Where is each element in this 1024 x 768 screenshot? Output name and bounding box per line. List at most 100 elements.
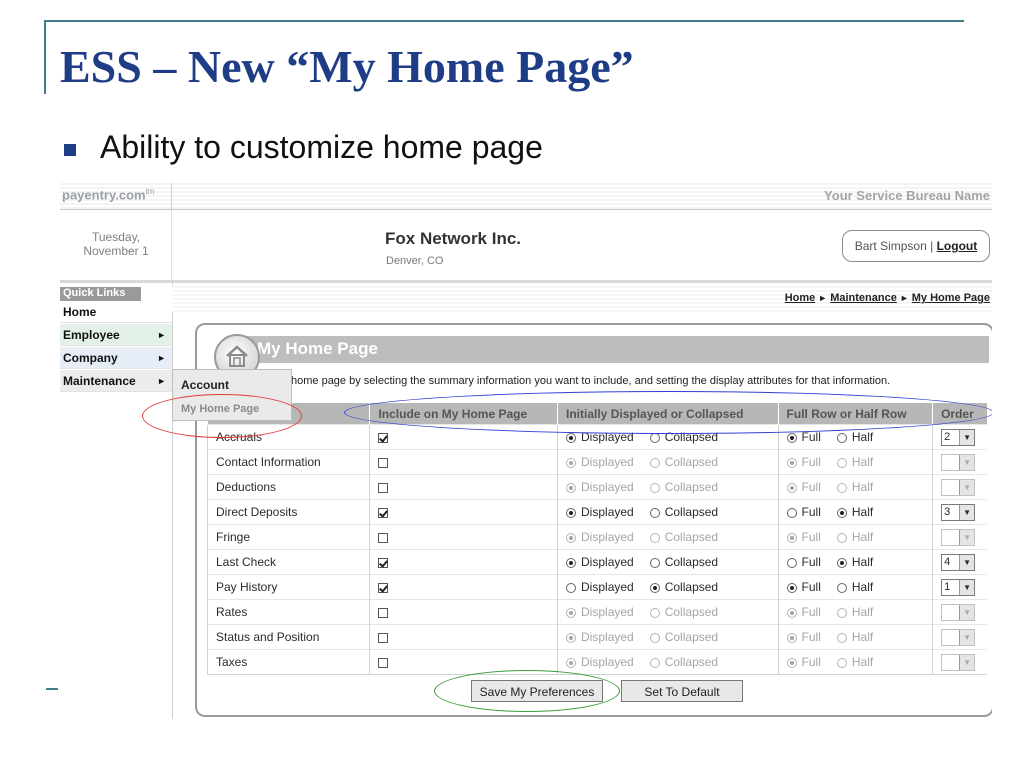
display-option-collapsed[interactable]: Collapsed	[649, 555, 718, 569]
include-checkbox[interactable]	[378, 457, 389, 468]
row-width-option-half[interactable]: Half	[836, 455, 873, 469]
radio-button[interactable]	[566, 557, 577, 568]
sidebar-item-company[interactable]: Company ►	[60, 347, 172, 369]
row-width-option-full[interactable]: Full	[786, 580, 821, 594]
radio-button[interactable]	[649, 632, 660, 643]
order-select[interactable]: ▼	[941, 628, 976, 646]
display-option-collapsed[interactable]: Collapsed	[649, 655, 718, 669]
radio-button[interactable]	[649, 532, 660, 543]
row-width-option-half[interactable]: Half	[836, 480, 873, 494]
row-width-option-full[interactable]: Full	[786, 605, 821, 619]
radio-button[interactable]	[786, 657, 797, 668]
order-select[interactable]: ▼	[941, 603, 976, 621]
row-width-option-full[interactable]: Full	[786, 530, 821, 544]
row-width-option-full[interactable]: Full	[786, 480, 821, 494]
include-checkbox[interactable]	[378, 507, 389, 518]
display-option-displayed[interactable]: Displayed	[566, 555, 634, 569]
radio-button[interactable]	[649, 482, 660, 493]
radio-button[interactable]	[786, 482, 797, 493]
radio-button[interactable]	[836, 482, 847, 493]
radio-button[interactable]	[836, 532, 847, 543]
submenu-item-account[interactable]: Account	[181, 378, 229, 392]
radio-button[interactable]	[786, 582, 797, 593]
sidebar-item-home[interactable]: Home	[60, 301, 172, 323]
include-checkbox[interactable]	[378, 532, 389, 543]
display-option-collapsed[interactable]: Collapsed	[649, 630, 718, 644]
radio-button[interactable]	[836, 582, 847, 593]
display-option-collapsed[interactable]: Collapsed	[649, 530, 718, 544]
radio-button[interactable]	[566, 582, 577, 593]
radio-button[interactable]	[649, 607, 660, 618]
radio-button[interactable]	[566, 532, 577, 543]
set-to-default-button[interactable]: Set To Default	[621, 680, 743, 702]
row-width-option-half[interactable]: Half	[836, 630, 873, 644]
include-checkbox[interactable]	[378, 657, 389, 668]
logout-link[interactable]: Logout	[937, 239, 978, 253]
display-option-displayed[interactable]: Displayed	[566, 505, 634, 519]
display-option-displayed[interactable]: Displayed	[566, 630, 634, 644]
order-select[interactable]: ▼	[941, 453, 976, 471]
display-option-displayed[interactable]: Displayed	[566, 655, 634, 669]
radio-button[interactable]	[836, 457, 847, 468]
row-width-option-half[interactable]: Half	[836, 555, 873, 569]
row-width-option-full[interactable]: Full	[786, 630, 821, 644]
order-select[interactable]: ▼	[941, 478, 976, 496]
order-select[interactable]: 3 ▼	[941, 503, 976, 521]
radio-button[interactable]	[786, 632, 797, 643]
row-width-option-full[interactable]: Full	[786, 505, 821, 519]
radio-button[interactable]	[566, 632, 577, 643]
breadcrumb-maintenance[interactable]: Maintenance	[830, 292, 897, 304]
radio-button[interactable]	[649, 432, 660, 443]
radio-button[interactable]	[649, 457, 660, 468]
radio-button[interactable]	[786, 607, 797, 618]
row-width-option-half[interactable]: Half	[836, 505, 873, 519]
radio-button[interactable]	[786, 507, 797, 518]
radio-button[interactable]	[566, 457, 577, 468]
radio-button[interactable]	[836, 632, 847, 643]
include-checkbox[interactable]	[378, 432, 389, 443]
display-option-collapsed[interactable]: Collapsed	[649, 580, 718, 594]
display-option-displayed[interactable]: Displayed	[566, 530, 634, 544]
radio-button[interactable]	[649, 582, 660, 593]
order-select[interactable]: 4 ▼	[941, 553, 976, 571]
row-width-option-half[interactable]: Half	[836, 605, 873, 619]
radio-button[interactable]	[566, 482, 577, 493]
row-width-option-half[interactable]: Half	[836, 430, 873, 444]
include-checkbox[interactable]	[378, 607, 389, 618]
display-option-collapsed[interactable]: Collapsed	[649, 605, 718, 619]
radio-button[interactable]	[836, 607, 847, 618]
radio-button[interactable]	[566, 507, 577, 518]
radio-button[interactable]	[786, 432, 797, 443]
radio-button[interactable]	[836, 657, 847, 668]
radio-button[interactable]	[836, 557, 847, 568]
radio-button[interactable]	[649, 657, 660, 668]
row-width-option-full[interactable]: Full	[786, 455, 821, 469]
display-option-collapsed[interactable]: Collapsed	[649, 455, 718, 469]
row-width-option-half[interactable]: Half	[836, 655, 873, 669]
row-width-option-half[interactable]: Half	[836, 530, 873, 544]
display-option-displayed[interactable]: Displayed	[566, 480, 634, 494]
order-select[interactable]: ▼	[941, 528, 976, 546]
radio-button[interactable]	[836, 507, 847, 518]
order-select[interactable]: 2 ▼	[941, 428, 976, 446]
order-select[interactable]: ▼	[941, 653, 976, 671]
sidebar-item-employee[interactable]: Employee ►	[60, 324, 172, 346]
row-width-option-full[interactable]: Full	[786, 555, 821, 569]
display-option-displayed[interactable]: Displayed	[566, 455, 634, 469]
breadcrumb-my-home-page[interactable]: My Home Page	[912, 292, 990, 304]
radio-button[interactable]	[566, 657, 577, 668]
include-checkbox[interactable]	[378, 557, 389, 568]
display-option-displayed[interactable]: Displayed	[566, 580, 634, 594]
radio-button[interactable]	[566, 432, 577, 443]
order-select[interactable]: 1 ▼	[941, 578, 976, 596]
include-checkbox[interactable]	[378, 582, 389, 593]
include-checkbox[interactable]	[378, 632, 389, 643]
radio-button[interactable]	[566, 607, 577, 618]
radio-button[interactable]	[786, 457, 797, 468]
radio-button[interactable]	[836, 432, 847, 443]
radio-button[interactable]	[649, 557, 660, 568]
include-checkbox[interactable]	[378, 482, 389, 493]
row-width-option-half[interactable]: Half	[836, 580, 873, 594]
display-option-displayed[interactable]: Displayed	[566, 605, 634, 619]
radio-button[interactable]	[786, 557, 797, 568]
